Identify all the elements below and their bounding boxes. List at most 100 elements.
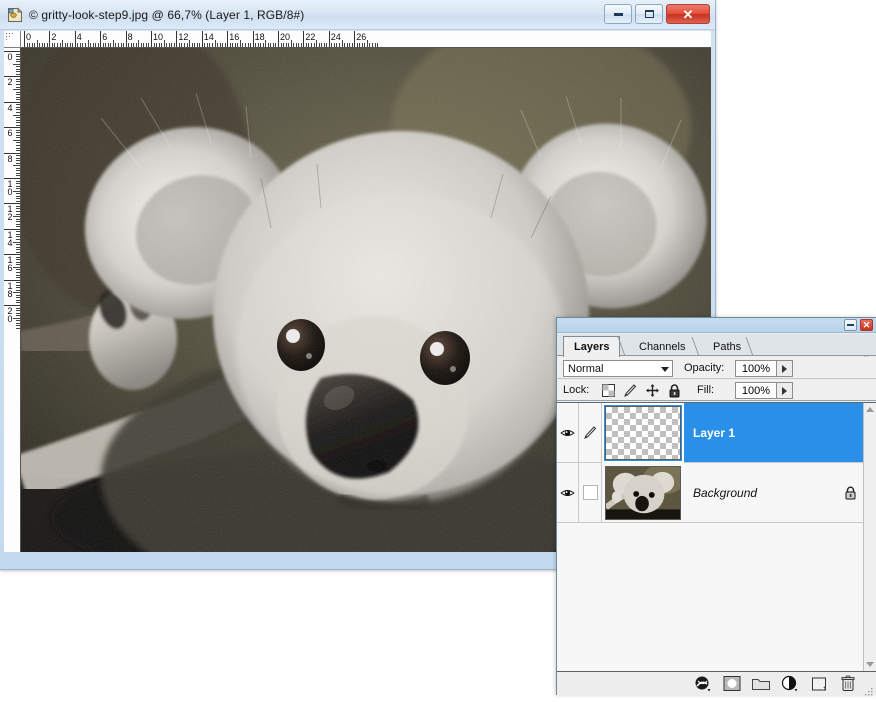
- ruler-tick-minor: [13, 63, 20, 65]
- tab-paths[interactable]: Paths: [703, 337, 751, 356]
- opacity-slider-button[interactable]: [777, 360, 793, 377]
- ruler-tick-minor: [72, 43, 74, 47]
- layer-name[interactable]: Background: [683, 463, 837, 522]
- add-layer-mask-button[interactable]: [719, 674, 744, 694]
- fill-input[interactable]: 100%: [735, 382, 777, 399]
- ruler-label: 18: [254, 32, 265, 42]
- panel-minimize-button[interactable]: [844, 319, 857, 331]
- fill-slider-button[interactable]: [777, 382, 793, 399]
- panel-window-buttons[interactable]: ✕: [844, 319, 873, 331]
- delete-layer-button[interactable]: [835, 674, 860, 694]
- ruler-corner[interactable]: [4, 31, 21, 48]
- ruler-label: 0: [26, 32, 32, 42]
- ruler-tick-minor: [16, 310, 20, 312]
- ruler-tick-minor: [318, 43, 320, 47]
- ruler-tick-minor: [16, 223, 20, 225]
- layer-lock-indicator: [837, 403, 863, 462]
- ruler-tick-minor: [95, 43, 97, 47]
- ruler-tick-minor: [305, 43, 307, 47]
- ruler-label: 4: [7, 102, 13, 113]
- blend-mode-select[interactable]: Normal: [563, 360, 673, 377]
- ruler-tick-minor: [191, 43, 193, 47]
- ruler-tick-minor: [275, 43, 277, 47]
- scroll-up-button[interactable]: [864, 403, 876, 416]
- panel-titlebar[interactable]: ✕: [557, 318, 876, 333]
- ruler-tick-minor: [16, 302, 20, 304]
- ruler-tick-minor: [110, 43, 112, 47]
- layers-panel-footer[interactable]: [557, 671, 876, 696]
- lock-position-icon[interactable]: [645, 383, 660, 398]
- ruler-tick-minor: [16, 193, 20, 195]
- new-layer-button[interactable]: [806, 674, 831, 694]
- layer-thumbnail-cell[interactable]: [602, 463, 683, 522]
- ruler-tick-minor: [13, 165, 20, 167]
- new-layer-icon: [811, 677, 826, 690]
- ruler-tick-minor: [16, 175, 20, 177]
- ruler-tick-minor: [351, 43, 353, 47]
- ruler-tick-minor: [62, 40, 64, 47]
- koala-thumbnail: [605, 466, 680, 519]
- ruler-label: 2: [51, 32, 57, 42]
- add-layer-style-icon: [695, 676, 710, 691]
- add-layer-style-button[interactable]: [690, 674, 715, 694]
- table-row[interactable]: Background: [557, 463, 863, 523]
- ruler-tick-minor: [138, 40, 140, 47]
- layer-visibility-toggle[interactable]: [557, 463, 579, 522]
- ruler-tick-minor: [16, 218, 20, 220]
- ruler-tick-minor: [262, 43, 264, 47]
- maximize-icon: [644, 10, 654, 18]
- close-icon: ✕: [682, 6, 694, 22]
- ruler-tick-minor: [16, 68, 20, 70]
- document-window-buttons[interactable]: ✕: [604, 4, 710, 24]
- ruler-tick-minor: [16, 144, 20, 146]
- maximize-button[interactable]: [635, 4, 663, 24]
- lock-all-icon[interactable]: [667, 383, 682, 398]
- ruler-tick-minor: [16, 104, 20, 106]
- ruler-tick-major: [151, 31, 152, 47]
- ruler-tick-minor: [69, 43, 71, 47]
- layer-brush-indicator[interactable]: [579, 403, 602, 462]
- table-row[interactable]: Layer 1: [557, 402, 863, 463]
- ruler-label: 18: [7, 280, 13, 299]
- ruler-tick-major: [74, 31, 76, 47]
- ruler-tick-minor: [313, 43, 315, 47]
- ruler-tick-minor: [321, 43, 323, 47]
- layer-visibility-toggle[interactable]: [557, 403, 579, 462]
- chevron-right-icon: [782, 386, 787, 395]
- ruler-tick-minor: [16, 233, 20, 235]
- ruler-tick-minor: [13, 89, 20, 91]
- minimize-button[interactable]: [604, 4, 632, 24]
- lock-transparency-icon[interactable]: [601, 383, 616, 398]
- new-group-button[interactable]: [748, 674, 773, 694]
- document-titlebar[interactable]: © gritty-look-step9.jpg @ 66,7% (Layer 1…: [0, 0, 715, 30]
- layer-list[interactable]: Layer 1 Background: [557, 402, 876, 671]
- horizontal-ruler[interactable]: 0 2 4 6 8 10 12 14 16 18 20 22 24 26: [21, 31, 711, 48]
- panel-close-button[interactable]: ✕: [860, 319, 873, 331]
- layer-thumbnail[interactable]: [604, 465, 681, 520]
- ruler-tick-minor: [13, 139, 20, 141]
- tab-layers[interactable]: Layers: [563, 336, 621, 357]
- layer-list-scrollbar[interactable]: [863, 403, 876, 671]
- panel-resize-grip[interactable]: [865, 684, 874, 696]
- ruler-tick-minor: [16, 73, 20, 75]
- scroll-down-button[interactable]: [864, 658, 876, 671]
- ruler-tick-minor: [16, 261, 20, 263]
- new-fill-adjustment-layer-button[interactable]: [777, 674, 802, 694]
- ruler-tick-minor: [16, 119, 20, 121]
- panel-tab-strip[interactable]: Layers Channels Paths »: [557, 334, 876, 365]
- lock-label: Lock:: [563, 384, 590, 396]
- vertical-ruler[interactable]: 0 2 4 6 8 10 12 14 16 18 20: [4, 48, 21, 552]
- tab-channels[interactable]: Channels: [629, 337, 695, 356]
- ruler-label: 0: [7, 52, 13, 62]
- layer-name[interactable]: Layer 1: [683, 403, 837, 462]
- ruler-tick-minor: [16, 226, 20, 228]
- ruler-tick-minor: [323, 43, 325, 47]
- layer-link-slot[interactable]: [579, 463, 602, 522]
- opacity-input[interactable]: 100%: [735, 360, 777, 377]
- close-button[interactable]: ✕: [666, 4, 710, 24]
- layer-thumbnail[interactable]: [601, 402, 684, 463]
- layer-thumbnail-cell[interactable]: [601, 402, 684, 463]
- ruler-label: 8: [127, 32, 133, 42]
- layers-panel[interactable]: ✕ Layers Channels Paths » Normal Opacity…: [556, 317, 876, 696]
- lock-image-pixels-icon[interactable]: [623, 383, 638, 398]
